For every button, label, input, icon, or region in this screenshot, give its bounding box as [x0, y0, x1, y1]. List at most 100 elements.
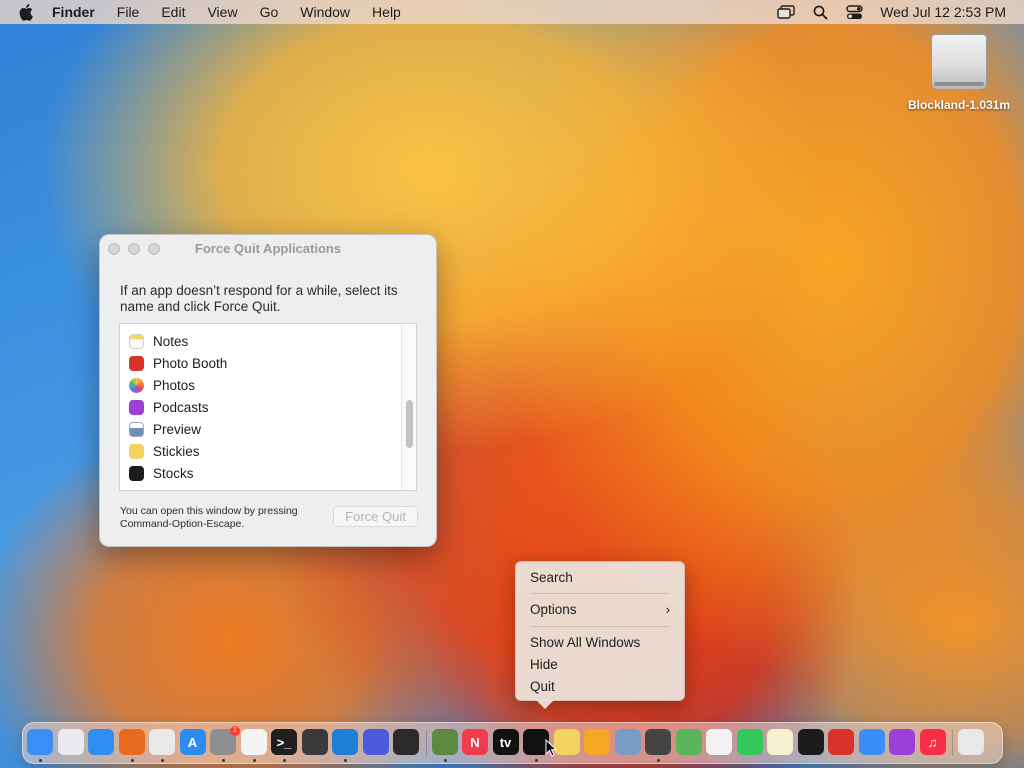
menu-edit[interactable]: Edit: [161, 4, 185, 20]
brush-app-icon[interactable]: [301, 729, 328, 755]
menu-bar: Finder File Edit View Go Window Help Wed…: [0, 0, 1024, 24]
dock-icon-glyph: >_: [276, 734, 292, 750]
app-row-label: Preview: [153, 421, 202, 437]
menu-item-label: Quit: [530, 679, 555, 694]
app-row-notes[interactable]: Notes: [120, 330, 416, 352]
app-row-photo-booth[interactable]: Photo Booth: [120, 352, 416, 374]
force-quit-window: Force Quit Applications If an app doesn’…: [99, 234, 437, 547]
app-store-icon[interactable]: A: [179, 729, 206, 755]
spotlight-search-icon[interactable]: [810, 3, 830, 21]
running-indicator-dot: [443, 759, 447, 762]
dock-icon-glyph: ♫: [927, 734, 938, 750]
app-row-label: Stickies: [153, 443, 200, 459]
menu-item-label: Show All Windows: [530, 635, 641, 650]
running-indicator-dot: [283, 759, 286, 762]
chrome-icon[interactable]: [149, 729, 175, 755]
apple-tv-icon[interactable]: tv: [492, 729, 519, 755]
running-indicator-dot: [252, 759, 256, 762]
external-disk-icon[interactable]: [931, 34, 987, 90]
finder-icon[interactable]: [27, 729, 53, 755]
menu-go[interactable]: Go: [260, 4, 279, 20]
window-title: Force Quit Applications: [194, 241, 342, 256]
running-indicator-dot: [657, 759, 660, 762]
photo-booth-grid-icon[interactable]: [645, 729, 671, 755]
menu-item-search[interactable]: Search: [530, 568, 670, 588]
app-row-label: Photo Booth: [153, 355, 228, 371]
menu-item-label: Options: [530, 602, 577, 617]
preview-dock-icon[interactable]: [614, 729, 641, 755]
menu-window[interactable]: Window: [300, 4, 350, 20]
menu-item-quit[interactable]: Quit: [530, 677, 670, 697]
running-indicator-dot: [161, 759, 164, 762]
app-row-photos[interactable]: Photos: [120, 374, 416, 396]
trash-icon[interactable]: [958, 729, 984, 755]
stocks-icon: [129, 465, 144, 481]
vscode-icon[interactable]: [332, 729, 358, 755]
menu-item-show-all-windows[interactable]: Show All Windows: [530, 633, 670, 653]
app-row-stocks[interactable]: Stocks: [120, 462, 416, 484]
dock-divider: [425, 730, 427, 756]
window-titlebar[interactable]: Force Quit Applications: [100, 235, 436, 263]
app-row-label: Photos: [153, 377, 196, 393]
home-icon[interactable]: [584, 729, 610, 755]
dock-icon-glyph: N: [470, 734, 480, 750]
menu-item-label: Search: [530, 570, 573, 585]
photos-icon: [129, 377, 144, 393]
running-indicator-dot: [39, 759, 42, 762]
shortcuts-icon[interactable]: [362, 729, 389, 755]
menu-file[interactable]: File: [117, 4, 140, 20]
photo-booth-icon: [129, 355, 144, 371]
dock: A 1 >_ Ntv ♫: [22, 722, 1003, 764]
force-quit-description: If an app doesn’t respond for a while, s…: [120, 283, 398, 314]
menu-separator: [530, 626, 670, 627]
photos-dock-icon[interactable]: [706, 729, 732, 755]
textedit-icon[interactable]: [240, 729, 267, 755]
mail-icon[interactable]: [858, 729, 885, 755]
app-list[interactable]: Notes Photo Booth Photos Podcasts Previe…: [119, 323, 417, 491]
menu-app-name[interactable]: Finder: [52, 4, 95, 20]
app-row-label: Podcasts: [153, 399, 209, 415]
app-row-podcasts[interactable]: Podcasts: [120, 396, 416, 418]
podcasts-icon: [129, 399, 144, 415]
dock-icon-glyph: A: [187, 734, 198, 750]
screen-mirroring-icon[interactable]: [776, 3, 796, 21]
apple-menu-icon[interactable]: [18, 3, 36, 21]
preview-icon: [129, 421, 144, 437]
terminal-icon[interactable]: >_: [271, 729, 297, 755]
console-icon[interactable]: [393, 729, 419, 755]
messages-icon[interactable]: [736, 729, 763, 755]
safari-icon[interactable]: [88, 729, 114, 755]
menu-item-options[interactable]: Options ›: [530, 600, 670, 620]
maps-icon[interactable]: [675, 729, 702, 755]
notes-icon: [129, 333, 144, 349]
force-quit-hint: You can open this window by pressing Com…: [120, 505, 298, 530]
running-indicator-dot: [344, 759, 347, 762]
minecraft-icon[interactable]: [431, 729, 458, 755]
menu-help[interactable]: Help: [372, 4, 401, 20]
music-icon[interactable]: ♫: [919, 729, 946, 755]
desktop-disk[interactable]: Blockland-1.031m: [898, 34, 1020, 112]
stickies-dock-icon[interactable]: [553, 729, 580, 755]
app-row-preview[interactable]: Preview: [120, 418, 416, 440]
app-list-scrollbar[interactable]: [401, 324, 416, 490]
dock-icon-glyph: tv: [499, 734, 512, 750]
voice-memos-icon[interactable]: [797, 729, 824, 755]
stickies-icon: [129, 443, 144, 459]
app-row-label: Notes: [153, 333, 189, 349]
control-center-icon[interactable]: [844, 3, 864, 21]
news-icon[interactable]: N: [462, 729, 488, 755]
firefox-icon[interactable]: [118, 729, 145, 755]
podcasts-dock-icon[interactable]: [889, 729, 915, 755]
dock-context-menu: Search Options › Show All Windows Hide Q…: [515, 561, 685, 709]
menu-view[interactable]: View: [207, 4, 237, 20]
notification-badge: 1: [230, 726, 240, 736]
photo-booth-dock-icon[interactable]: [828, 729, 854, 755]
mouse-cursor-icon: [545, 739, 557, 757]
app-row-stickies[interactable]: Stickies: [120, 440, 416, 462]
scrollbar-thumb[interactable]: [406, 400, 413, 448]
menu-clock[interactable]: Wed Jul 12 2:53 PM: [880, 4, 1006, 20]
menu-item-hide[interactable]: Hide: [530, 655, 670, 675]
launchpad-icon[interactable]: [57, 729, 84, 755]
force-quit-button[interactable]: Force Quit: [333, 506, 418, 527]
notes-dock-icon[interactable]: [767, 729, 793, 755]
